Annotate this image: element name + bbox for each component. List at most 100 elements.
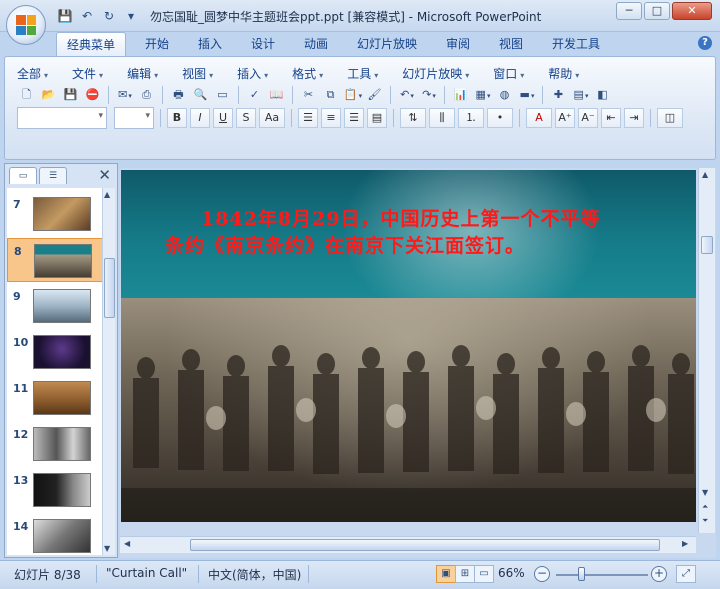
format-painter-icon[interactable]: 🖌 [365, 85, 384, 104]
slide-thumbnail-12[interactable]: 12 [7, 422, 103, 466]
design-icon[interactable]: ◧ [593, 85, 612, 104]
cut-icon[interactable]: ✂ [299, 85, 318, 104]
slide-thumbnail-11[interactable]: 11 [7, 376, 103, 420]
slide-thumbnail-14[interactable]: 14 [7, 514, 103, 555]
zoom-slider[interactable] [556, 574, 648, 576]
menu-view[interactable]: 视图 ▾ [182, 65, 213, 82]
align-left-button[interactable]: ☰ [298, 108, 318, 128]
slide-text-box[interactable]: 1842年8月29日，中国历史上第一个不平等条约《南京条约》在南京下关江面签订。 [165, 206, 605, 260]
slide-sorter-view-button[interactable]: ⊞ [455, 565, 475, 583]
scroll-down-icon[interactable]: ▼ [702, 488, 708, 497]
outline-button[interactable]: ◫ [657, 108, 683, 128]
slide-thumbnail-7[interactable]: 7 [7, 192, 103, 236]
save-icon[interactable]: 💾 [61, 85, 80, 104]
pane-close-icon[interactable]: ✕ [98, 166, 111, 184]
close-button[interactable]: ✕ [672, 2, 712, 20]
tab-classic-menu[interactable]: 经典菜单 [56, 32, 127, 56]
scroll-up-icon[interactable]: ▲ [702, 170, 708, 179]
menu-window[interactable]: 窗口 ▾ [493, 65, 524, 82]
menu-all[interactable]: 全部 ▾ [17, 65, 48, 82]
undo-icon[interactable]: ↶ [78, 7, 96, 25]
columns-button[interactable]: ⫼ [429, 108, 455, 128]
save-icon[interactable]: 💾 [56, 7, 74, 25]
align-center-button[interactable]: ≡ [321, 108, 341, 128]
color-grayscale-icon[interactable]: ▬ [517, 85, 536, 104]
new-slide-icon[interactable]: ✚ [549, 85, 568, 104]
minimize-button[interactable]: ─ [616, 2, 642, 20]
print-preview-icon[interactable]: 🔍 [191, 85, 210, 104]
thumbnail-scrollbar[interactable]: ▲ ▼ [102, 188, 115, 555]
slide-show-icon[interactable]: ▭ [213, 85, 232, 104]
clipart-icon[interactable]: ◍ [495, 85, 514, 104]
undo-icon[interactable]: ↶ [397, 85, 416, 104]
zoom-in-icon[interactable]: + [651, 566, 667, 582]
maximize-button[interactable]: □ [644, 2, 670, 20]
italic-button[interactable]: I [190, 108, 210, 128]
table-icon[interactable]: ▦ [473, 85, 492, 104]
menu-help[interactable]: 帮助 ▾ [548, 65, 579, 82]
treaty-signing-photo[interactable] [121, 298, 696, 522]
menu-slideshow[interactable]: 幻灯片放映 ▾ [402, 65, 469, 82]
align-right-button[interactable]: ☰ [344, 108, 364, 128]
spelling-icon[interactable]: ✓ [245, 85, 264, 104]
layout-icon[interactable]: ▤ [571, 85, 590, 104]
scroll-up-icon[interactable]: ▲ [104, 190, 110, 199]
increase-font-button[interactable]: A⁺ [555, 108, 575, 128]
current-slide[interactable]: 1842年8月29日，中国历史上第一个不平等条约《南京条约》在南京下关江面签订。 [121, 170, 696, 522]
change-case-button[interactable]: Aa [259, 108, 285, 128]
permission-icon[interactable]: ⛔ [83, 85, 102, 104]
copy-icon[interactable]: ⧉ [321, 85, 340, 104]
slideshow-view-button[interactable]: ▭ [474, 565, 494, 583]
scroll-right-icon[interactable]: ▶ [682, 539, 688, 548]
scroll-thumb[interactable] [104, 258, 115, 318]
zoom-slider-knob[interactable] [578, 567, 585, 581]
scroll-down-icon[interactable]: ▼ [104, 544, 110, 553]
next-slide-icon[interactable]: ⏷ [702, 516, 708, 526]
scroll-thumb[interactable] [190, 539, 660, 551]
text-direction-button[interactable]: ⇅ [400, 108, 426, 128]
print-icon[interactable]: 🖶 [169, 85, 188, 104]
tab-home[interactable]: 开始 [145, 32, 169, 56]
paste-icon[interactable]: 📋 [343, 85, 362, 104]
tab-outline[interactable]: ☰ [39, 167, 67, 184]
language-indicator[interactable]: 中文(简体，中国) [208, 566, 301, 583]
slide-vertical-scrollbar[interactable]: ▲ ▼ ⏶ ⏷ [698, 168, 715, 533]
email-icon[interactable]: ✉ [115, 85, 134, 104]
slide-thumbnail-10[interactable]: 10 [7, 330, 103, 374]
slide-horizontal-scrollbar[interactable]: ◀ ▶ [120, 536, 696, 553]
slide-thumbnail-9[interactable]: 9 [7, 284, 103, 328]
tab-animation[interactable]: 动画 [304, 32, 328, 56]
font-size-combo[interactable] [114, 107, 154, 129]
decrease-font-button[interactable]: A⁻ [578, 108, 598, 128]
increase-indent-button[interactable]: ⇥ [624, 108, 644, 128]
tab-review[interactable]: 审阅 [446, 32, 470, 56]
zoom-percent[interactable]: 66% [498, 566, 525, 580]
research-icon[interactable]: 📖 [267, 85, 286, 104]
numbering-button[interactable]: ⒈ [458, 108, 484, 128]
bold-button[interactable]: B [167, 108, 187, 128]
bullets-button[interactable]: • [487, 108, 513, 128]
zoom-out-icon[interactable]: − [534, 566, 550, 582]
tab-insert[interactable]: 插入 [198, 32, 222, 56]
menu-tools[interactable]: 工具 ▾ [347, 65, 378, 82]
tab-slides[interactable]: ▭ [9, 167, 37, 184]
menu-file[interactable]: 文件 ▾ [72, 65, 103, 82]
menu-edit[interactable]: 编辑 ▾ [127, 65, 158, 82]
slide-thumbnail-13[interactable]: 13 [7, 468, 103, 512]
font-color-button[interactable]: A [526, 108, 552, 128]
redo-icon[interactable]: ↷ [419, 85, 438, 104]
shadow-button[interactable]: S [236, 108, 256, 128]
tab-developer[interactable]: 开发工具 [552, 32, 600, 56]
previous-slide-icon[interactable]: ⏶ [702, 502, 708, 512]
redo-icon[interactable]: ↻ [100, 7, 118, 25]
office-button[interactable] [6, 5, 46, 45]
underline-button[interactable]: U [213, 108, 233, 128]
fit-to-window-button[interactable]: ⤢ [676, 565, 696, 583]
decrease-indent-button[interactable]: ⇤ [601, 108, 621, 128]
menu-format[interactable]: 格式 ▾ [292, 65, 323, 82]
font-name-combo[interactable] [17, 107, 107, 129]
tab-design[interactable]: 设计 [251, 32, 275, 56]
open-icon[interactable]: 📂 [39, 85, 58, 104]
publish-icon[interactable]: ⎙ [137, 85, 156, 104]
scroll-left-icon[interactable]: ◀ [124, 539, 130, 548]
